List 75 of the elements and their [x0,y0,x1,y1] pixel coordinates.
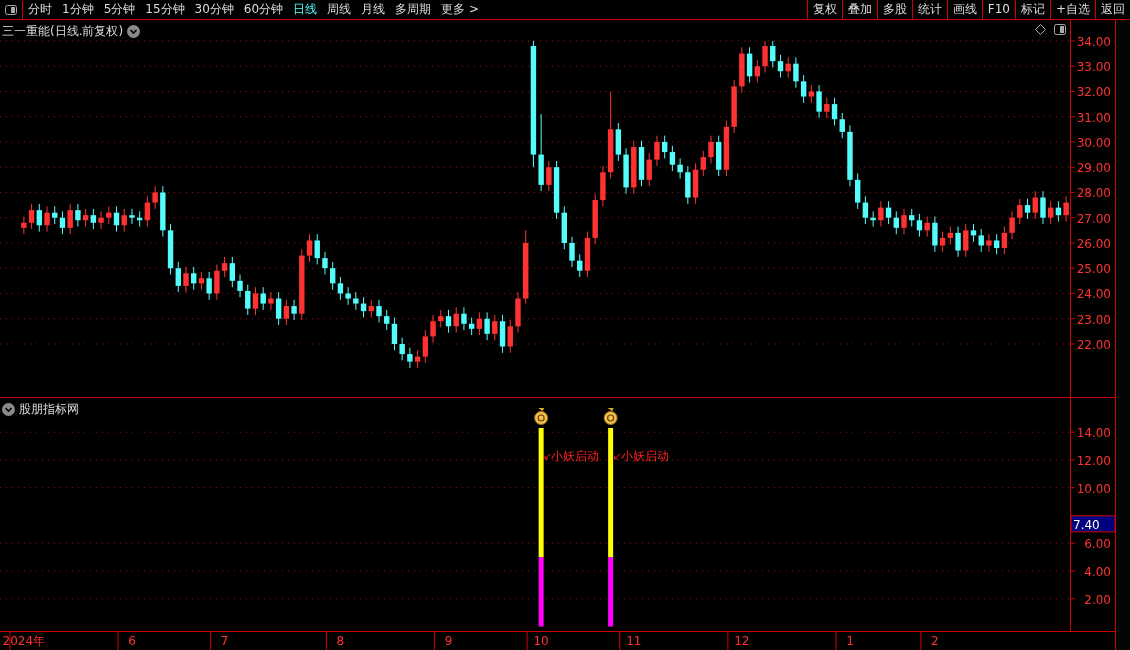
signal-label: 小妖启动 [551,448,600,463]
toolbar-button[interactable]: 画线 [946,0,982,19]
toolbar-button[interactable]: +自选 [1049,0,1095,19]
date-axis-label: 1 [846,634,854,648]
indicator-axis-label: 6.00 [1084,537,1111,552]
price-axis-label: 23.00 [1076,312,1111,327]
signal-label: 小妖启动 [620,448,669,463]
period-tab[interactable]: 分时 [23,1,57,18]
indicator-axis-label: 12.00 [1076,453,1111,468]
diamond-icon[interactable] [1035,24,1046,35]
price-axis-label: 32.00 [1076,85,1111,100]
indicator-axis-label: 2.00 [1084,592,1111,607]
money-bag-icon [603,408,618,425]
indicator-axis-label: 14.00 [1076,426,1111,441]
price-axis-label: 34.00 [1076,34,1111,49]
candlestick [901,208,907,235]
indicator-axis-label: 4.00 [1084,565,1111,579]
candlestick [376,299,382,323]
panel-icon[interactable] [1054,24,1066,35]
period-tab[interactable]: 1分钟 [57,1,99,18]
money-bag-icon [534,408,549,425]
price-axis-label: 28.00 [1076,186,1111,201]
chevron-down-icon[interactable] [127,25,141,38]
date-axis-label: 8 [336,634,345,648]
candlestick [708,135,714,164]
price-axis-label: 27.00 [1076,211,1111,226]
candlestick [515,291,521,334]
period-tab[interactable]: 5分钟 [98,1,141,18]
candlestick [183,266,189,293]
date-axis-label: 2 [931,634,939,648]
candlestick [237,274,243,298]
period-tab[interactable]: 更多 > [436,1,484,18]
date-axis-label: 7 [220,634,229,648]
price-axis-label: 22.00 [1076,337,1111,352]
toolbar-button[interactable]: 多股 [876,0,912,19]
period-tab[interactable]: 月线 [356,1,391,18]
price-axis-label: 25.00 [1076,262,1111,277]
period-tab[interactable]: 周线 [322,1,357,18]
toolbar-button[interactable]: 统计 [911,0,947,19]
date-axis-label: 9 [444,634,453,648]
candlestick [569,236,575,268]
date-axis-label: 6 [128,634,136,648]
price-axis-label: 31.00 [1076,110,1111,125]
candlestick [762,40,768,73]
panel-icon[interactable] [5,4,17,15]
period-tab[interactable]: 30分钟 [189,1,239,18]
price-axis-label: 24.00 [1076,287,1111,302]
indicator-axis-label: 10.00 [1076,481,1111,496]
toolbar-button[interactable]: 叠加 [841,0,877,19]
candlestick [847,125,853,187]
chart-title: 三一重能(日线.前复权) [2,23,124,40]
toolbar-button[interactable]: F10 [981,0,1015,19]
indicator-title: 股朋指标网 [19,401,79,418]
price-axis-label: 33.00 [1076,60,1111,75]
price-axis-label: 26.00 [1076,236,1111,251]
arrow-icon [544,453,551,460]
price-axis-label: 29.00 [1076,161,1111,176]
price-axis-label: 30.00 [1076,135,1111,150]
date-axis-label: 10 [533,634,549,648]
date-axis-label: 2024年 [2,634,46,648]
candlestick [44,205,50,233]
candlestick [322,251,328,276]
period-tab[interactable]: 多周期 [390,1,437,18]
date-axis-label: 12 [734,634,750,648]
toolbar-button[interactable]: 标记 [1014,0,1050,19]
period-tab[interactable]: 60分钟 [238,1,289,18]
arrow-icon [614,453,621,460]
toolbar-button[interactable]: 返回 [1095,0,1130,19]
toolbar-button[interactable]: 复权 [806,0,842,19]
date-axis-label: 11 [626,634,642,648]
candlestick [1040,190,1046,225]
period-tab[interactable]: 日线 [288,1,323,18]
value-readout: 7.40 [1070,515,1115,533]
chevron-down-icon[interactable] [2,403,15,416]
period-tab[interactable]: 15分钟 [140,1,190,18]
